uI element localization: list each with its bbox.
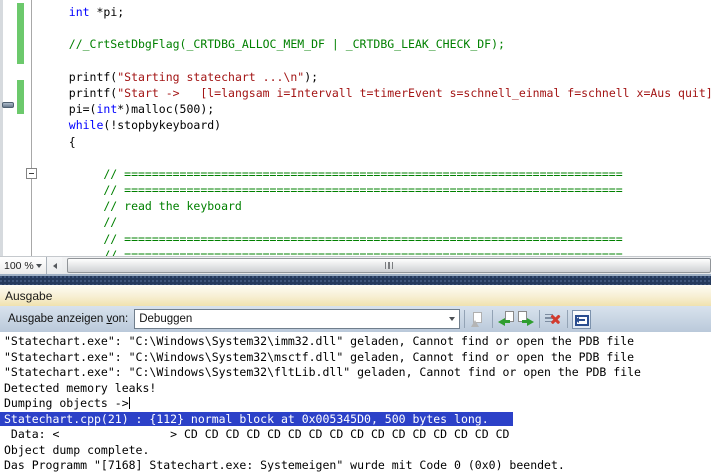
output-line[interactable]: Das Programm "[7168] Statechart.exe: Sys… xyxy=(4,458,711,472)
chevron-down-icon xyxy=(36,264,42,268)
output-line[interactable]: Object dump complete. xyxy=(4,443,711,459)
output-line[interactable]: "Statechart.exe": "C:\Windows\System32\f… xyxy=(4,365,711,381)
code-line: // read the keyboard xyxy=(48,198,711,214)
horizontal-scrollbar[interactable] xyxy=(47,257,711,274)
code-line: int *pi; xyxy=(48,4,711,20)
output-panel-title-bar: Ausgabe xyxy=(0,285,711,306)
output-line[interactable]: Data: < > CD CD CD CD CD CD CD CD CD CD … xyxy=(4,427,711,443)
zoom-level-value: 100 % xyxy=(4,260,34,272)
scroll-left-button[interactable] xyxy=(47,257,62,274)
output-text-area[interactable]: "Statechart.exe": "C:\Windows\System32\i… xyxy=(0,332,711,472)
zoom-level-select[interactable]: 100 % xyxy=(0,257,47,274)
code-line xyxy=(48,20,711,36)
output-line[interactable]: Detected memory leaks! xyxy=(4,381,711,397)
code-text-area[interactable]: int *pi; //_CrtSetDbgFlag(_CRTDBG_ALLOC_… xyxy=(48,4,711,256)
toolbar-separator xyxy=(567,310,568,328)
code-line: printf("Start -> [l=langsam i=Intervall … xyxy=(48,85,711,101)
output-line-selected[interactable]: Statechart.cpp(21) : {112} normal block … xyxy=(4,412,711,428)
output-source-combobox[interactable]: Debuggen xyxy=(134,309,460,329)
change-tracking-bar xyxy=(17,3,24,64)
arrow-right-icon xyxy=(527,318,534,326)
code-line: // =====================================… xyxy=(48,166,711,182)
arrow-left-icon xyxy=(53,263,57,269)
code-line xyxy=(48,53,711,69)
code-line: // =====================================… xyxy=(48,231,711,247)
chevron-down-icon xyxy=(449,317,455,321)
toolbar-separator xyxy=(464,310,465,328)
output-line[interactable]: "Statechart.exe": "C:\Windows\System32\i… xyxy=(4,334,711,350)
code-line: printf("Starting statechart ...\n"); xyxy=(48,69,711,85)
combobox-value: Debuggen xyxy=(139,313,192,325)
code-line: //_CrtSetDbgFlag(_CRTDBG_ALLOC_MEM_DF | … xyxy=(48,36,711,52)
grip-icon xyxy=(385,262,394,269)
code-line: { xyxy=(48,134,711,150)
next-message-button[interactable] xyxy=(516,310,535,329)
change-tracking-bar xyxy=(17,80,24,114)
code-line xyxy=(48,150,711,166)
toggle-word-wrap-button[interactable] xyxy=(572,310,591,329)
scrollbar-thumb[interactable] xyxy=(67,258,711,273)
outlining-line xyxy=(31,0,32,256)
code-line: // =====================================… xyxy=(48,182,711,198)
arrow-left-icon xyxy=(498,318,505,326)
editor-margin-edge xyxy=(0,0,3,256)
code-line: // =====================================… xyxy=(48,247,711,256)
panel-title-text: Ausgabe xyxy=(5,289,52,303)
scrollbar-track[interactable] xyxy=(62,257,711,274)
previous-message-button[interactable] xyxy=(497,310,516,329)
toolbar-separator xyxy=(492,310,493,328)
code-line: // xyxy=(48,214,711,230)
collapse-region-button[interactable] xyxy=(26,168,37,179)
text-caret xyxy=(129,397,130,409)
output-line[interactable]: "Statechart.exe": "C:\Windows\System32\m… xyxy=(4,350,711,366)
code-line: pi=(int*)malloc(500); xyxy=(48,101,711,117)
code-editor[interactable]: int *pi; //_CrtSetDbgFlag(_CRTDBG_ALLOC_… xyxy=(0,0,711,256)
bookmark-icon xyxy=(2,102,14,108)
goto-source-button[interactable] xyxy=(469,310,488,329)
code-line: while(!stopbykeyboard) xyxy=(48,117,711,133)
editor-scroll-row: 100 % xyxy=(0,256,711,274)
vs-ide-window: int *pi; //_CrtSetDbgFlag(_CRTDBG_ALLOC_… xyxy=(0,0,711,472)
clear-all-button[interactable] xyxy=(544,310,563,329)
arrow-up-icon xyxy=(471,320,479,327)
toolbar-separator xyxy=(539,310,540,328)
output-line[interactable]: Dumping objects -> xyxy=(4,396,711,412)
show-output-from-label: Ausgabe anzeigen von: xyxy=(8,313,128,325)
output-toolbar: Ausgabe anzeigen von: Debuggen xyxy=(0,306,711,332)
panel-splitter[interactable] xyxy=(0,276,711,285)
